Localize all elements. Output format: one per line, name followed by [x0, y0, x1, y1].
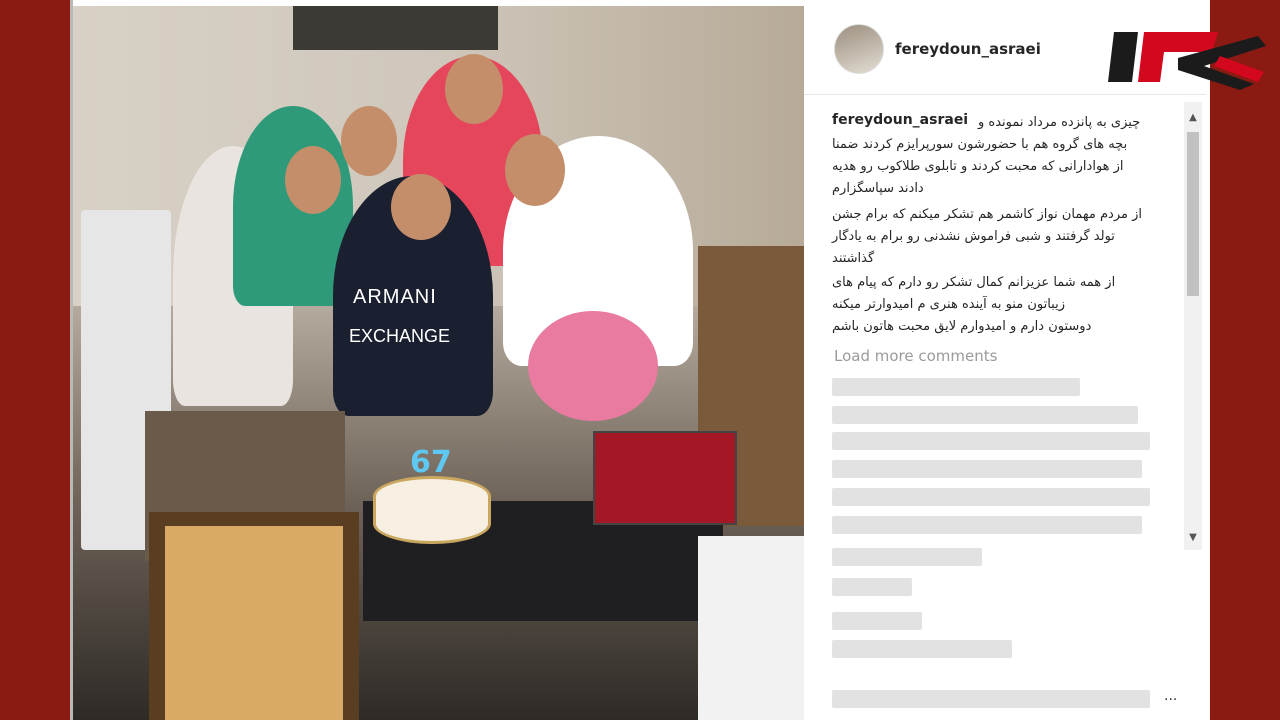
- site-logo-icon: [1108, 32, 1266, 90]
- caption-line: بچه های گروه هم با حضورشون سورپرایزم کرد…: [832, 137, 1128, 152]
- blurred-comment: [832, 488, 1150, 506]
- post-photo[interactable]: ARMANI EXCHANGE 67: [73, 6, 804, 720]
- caption-line: از مردم مهمان نواز کاشمر هم تشکر میکنم ک…: [832, 207, 1142, 222]
- blurred-comment: [832, 690, 1150, 708]
- blurred-comment: [832, 548, 982, 566]
- photo-white-bag: [698, 536, 804, 720]
- blurred-comment: [832, 378, 1080, 396]
- photo-wall-frame: [293, 6, 498, 50]
- blurred-comment: [832, 516, 1142, 534]
- blurred-comment: [832, 578, 912, 596]
- shirt-text-1: ARMANI: [353, 286, 437, 308]
- post-username[interactable]: fereydoun_asraei: [895, 40, 1041, 58]
- blurred-comment: [832, 406, 1138, 424]
- blurred-comment: [832, 612, 922, 630]
- blurred-comment: [832, 432, 1150, 450]
- logo-shape-1: [1108, 32, 1138, 82]
- photo-flowers: [528, 311, 658, 421]
- caption-line: گذاشتند: [832, 251, 875, 266]
- photo-head-4: [445, 54, 503, 124]
- photo-cake: 67: [373, 445, 491, 544]
- comments-scrollbar-thumb[interactable]: [1187, 132, 1199, 296]
- photo-head-5: [505, 134, 565, 206]
- caption-line: چیزی به پانزده مرداد نمونده و: [978, 115, 1141, 130]
- photo-head-2: [341, 106, 397, 176]
- scroll-down-icon[interactable]: ▼: [1187, 532, 1199, 544]
- shirt-text-2: EXCHANGE: [349, 326, 451, 346]
- header-divider: [804, 94, 1206, 95]
- caption-line: دادند سپاسگزارم: [832, 181, 924, 196]
- caption-line: دوستون دارم و امیدوارم لایق محبت هاتون ب…: [832, 319, 1092, 334]
- candle-number: 67: [410, 445, 452, 480]
- photo-head-1: [285, 146, 341, 214]
- user-avatar[interactable]: [834, 24, 884, 74]
- caption-line: از همه شما عزیزانم کمال تشکر رو دارم که …: [832, 275, 1116, 290]
- load-more-comments-link[interactable]: Load more comments: [834, 347, 997, 365]
- photo-gift-box: [593, 431, 737, 525]
- caption-line: از هوادارانی که محبت کردند و تابلوی طلاک…: [832, 159, 1124, 174]
- caption-username[interactable]: fereydoun_asraei: [832, 112, 968, 128]
- caption-line: زیباتون منو به آینده هنری م امیدوارتر می…: [832, 297, 1065, 312]
- photo-portrait-artwork: [165, 526, 343, 720]
- more-options-icon[interactable]: ...: [1164, 688, 1177, 704]
- caption-line: تولد گرفتند و شبی فراموش نشدنی رو برام ب…: [832, 229, 1115, 244]
- blurred-comment: [832, 640, 1012, 658]
- photo-head-3: [391, 174, 451, 240]
- scroll-up-icon[interactable]: ▲: [1187, 112, 1199, 124]
- blurred-comment: [832, 460, 1142, 478]
